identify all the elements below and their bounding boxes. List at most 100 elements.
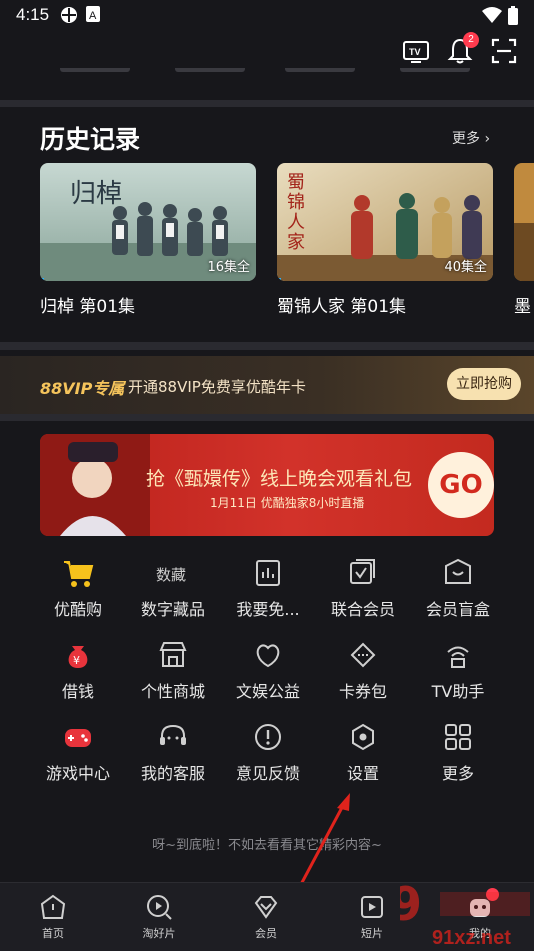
banner-headline: 抢《甄嬛传》线上晚会观看礼包	[146, 468, 413, 490]
grid-label: 借钱	[61, 682, 94, 701]
banner-go-button[interactable]: GO	[428, 452, 494, 518]
grid-item-store[interactable]: 个性商城	[118, 638, 228, 702]
discover-icon	[147, 895, 172, 920]
grid-label: 优酷购	[53, 600, 102, 619]
grid-label: 我的客服	[140, 764, 205, 783]
grid-item-feedback[interactable]: 意见反馈	[213, 720, 323, 784]
vip-buy-button[interactable]: 立即抢购	[447, 368, 521, 400]
watch-progress	[514, 278, 515, 281]
wifi-icon	[482, 7, 502, 23]
history-more-link[interactable]: 更多 ›	[452, 128, 490, 148]
more-grid-icon	[445, 724, 471, 750]
promo-banner[interactable]: 抢《甄嬛传》线上晚会观看礼包 1月11日 优酷独家8小时直播 GO	[40, 434, 494, 536]
svg-text:TV: TV	[409, 47, 421, 57]
history-title: 历史记录	[40, 125, 141, 154]
money-bag-icon: ¥	[68, 646, 88, 668]
grid-item-borrow[interactable]: ¥ 借钱	[23, 638, 133, 702]
watch-progress	[40, 278, 45, 281]
watch-progress	[277, 278, 282, 281]
status-bar: 4:15 A	[0, 0, 534, 32]
scrolled-row-remnant	[0, 68, 534, 90]
tv-cast-icon[interactable]: TV	[401, 36, 431, 66]
history-card[interactable]	[514, 163, 534, 281]
grid-item-joint-member[interactable]: 联合会员	[308, 556, 418, 620]
svg-text:数藏: 数藏	[156, 566, 186, 584]
grid-item-tv-assistant[interactable]: TV助手	[403, 638, 513, 702]
banner-portrait-image	[40, 434, 150, 536]
tab-label: 淘好片	[142, 927, 176, 940]
grid-item-blind-box[interactable]: 会员盲盒	[403, 556, 513, 620]
grid-item-customer-service[interactable]: 我的客服	[118, 720, 228, 784]
poster-image	[514, 163, 534, 281]
episode-count: 16集全	[207, 260, 250, 275]
svg-text:9: 9	[400, 880, 422, 931]
section-divider	[0, 100, 534, 107]
scan-icon[interactable]	[489, 36, 519, 66]
vip-brand: 88VIP专属	[40, 379, 125, 398]
grid-item-more[interactable]: 更多	[403, 720, 513, 784]
collectibles-icon: 数藏	[156, 566, 186, 584]
grid-item-settings[interactable]: 设置	[308, 720, 418, 784]
top-bar: TV	[0, 32, 534, 72]
game-icon	[65, 729, 91, 747]
grid-label: 设置	[346, 764, 379, 783]
grid-item-collectibles[interactable]: 数藏 数字藏品	[118, 556, 228, 620]
grid-label: 数字藏品	[140, 600, 205, 619]
grid-label: 联合会员	[330, 600, 395, 619]
feedback-icon	[255, 724, 281, 750]
episode-count: 40集全	[444, 260, 487, 275]
section-divider	[0, 342, 534, 350]
grid-label: 更多	[441, 764, 474, 783]
notification-badge: 2	[463, 32, 479, 48]
tab-vip[interactable]: 会员	[226, 893, 306, 941]
poster-title-text: 归棹	[70, 179, 123, 209]
grid-label: TV助手	[431, 682, 485, 701]
grid-item-game-center[interactable]: 游戏中心	[23, 720, 133, 784]
battery-icon	[508, 6, 518, 25]
poster-title-text: 蜀锦人家	[287, 172, 305, 253]
grid-label: 文娱公益	[235, 682, 300, 701]
grid-label: 会员盲盒	[425, 600, 490, 619]
settings-icon	[352, 723, 374, 751]
grid-item-charity[interactable]: 文娱公益	[213, 638, 323, 702]
history-card-title[interactable]: 归棹 第01集	[40, 292, 135, 317]
end-of-list-note: 呀~到底啦！不如去看看其它精彩内容~	[152, 838, 382, 853]
history-card-title[interactable]: 蜀锦人家 第01集	[277, 292, 406, 317]
site-watermark: 9 91xz.net	[400, 880, 530, 949]
svg-text:¥: ¥	[73, 654, 80, 667]
section-divider	[0, 414, 534, 421]
vip-promo-bar[interactable]: 88VIP专属 开通88VIP免费享优酷年卡 立即抢购	[0, 356, 534, 414]
grid-label: 意见反馈	[235, 764, 300, 783]
history-card[interactable]: 归棹 16集全	[40, 163, 256, 281]
store-icon	[159, 642, 187, 667]
grid-label: 卡券包	[338, 682, 387, 701]
blind-box-icon	[445, 558, 471, 584]
grid-item-youku-shop[interactable]: 优酷购	[23, 556, 133, 620]
charity-icon	[256, 644, 280, 668]
history-card-title[interactable]: 墨	[514, 292, 531, 317]
grid-label: 我要免...	[236, 600, 300, 619]
home-icon	[40, 894, 66, 919]
a-status-icon: A	[86, 6, 100, 22]
history-card[interactable]: 蜀锦人家 40集全	[277, 163, 493, 281]
tab-label: 首页	[42, 927, 64, 940]
grid-item-free[interactable]: 我要免...	[213, 556, 323, 620]
joint-member-icon	[350, 559, 375, 584]
tv-assistant-icon	[447, 646, 469, 668]
svg-text:A: A	[89, 10, 97, 22]
coupon-icon	[350, 642, 376, 668]
banner-subline: 1月11日 优酷独家8小时直播	[210, 496, 365, 510]
cart-icon	[64, 561, 94, 587]
tab-discover[interactable]: 淘好片	[119, 893, 199, 941]
tab-label: 会员	[255, 927, 277, 940]
free-icon	[256, 560, 280, 586]
grid-item-coupons[interactable]: 卡券包	[308, 638, 418, 702]
watermark-text: 91xz.net	[432, 927, 511, 949]
grid-label: 游戏中心	[45, 764, 110, 783]
tab-home[interactable]: 首页	[13, 893, 93, 941]
short-video-icon	[361, 896, 383, 918]
grid-label: 个性商城	[140, 682, 205, 701]
vip-diamond-icon	[254, 896, 278, 919]
status-time: 4:15	[16, 5, 50, 24]
vip-promo-text: 开通88VIP免费享优酷年卡	[128, 378, 306, 396]
